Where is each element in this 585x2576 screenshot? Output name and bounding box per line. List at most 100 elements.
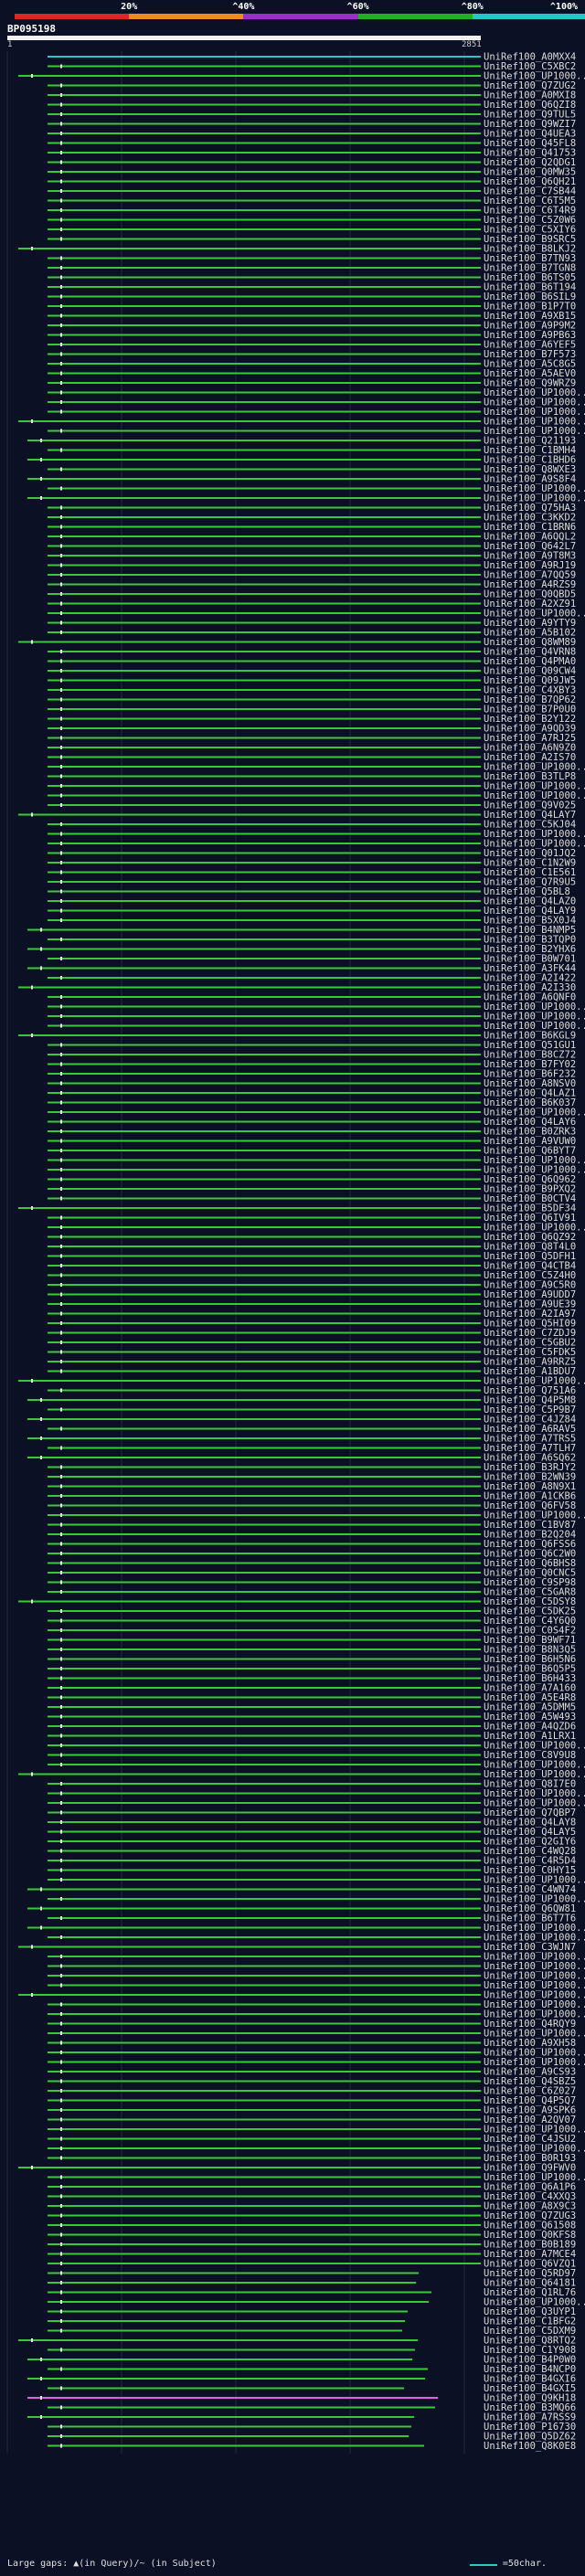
alignment-start-mark [60,83,62,88]
alignment-start-mark [31,640,33,644]
alignment-start-mark [40,1456,42,1459]
alignment-start-mark [40,2358,42,2361]
alignment-start-mark [60,1330,62,1335]
hit-label[interactable]: UniRef100_Q8K0E8 [484,2441,576,2452]
alignment-start-mark [60,1388,62,1393]
alignment-start-mark [60,390,62,395]
alignment-start-mark [40,2377,42,2380]
alignment-start-mark [60,1955,62,1958]
alignment-start-mark [60,938,62,941]
alignment-start-mark [60,2319,62,2323]
alignment-start-mark [60,1292,62,1297]
alignment-start-mark [60,1014,62,1018]
alignment-start-mark [60,2136,62,2141]
alignment-start-mark [60,1810,62,1815]
alignment-start-mark [60,1321,62,1325]
alignment-start-mark [60,275,62,280]
alignment-start-mark [60,1916,62,1920]
alignment-start-mark [60,1571,62,1574]
alignment-start-mark [60,1552,62,1555]
alignment-start-mark [60,160,62,164]
alignment-start-mark [60,880,62,884]
alignment-start-mark [60,803,62,807]
alignment-start-mark [60,707,62,711]
alignment-start-mark [60,1245,62,1248]
alignment-start-mark [60,688,62,692]
alignment-start-mark [31,1599,33,1604]
alignment-start-mark [40,496,42,500]
alignment-start-mark [60,333,62,337]
legend-scale-text: =50char. [502,2559,547,2569]
alignment-start-mark [60,1590,62,1594]
alignment-start-mark [31,2338,33,2342]
alignment-start-mark [60,678,62,683]
alignment-start-mark [60,1724,62,1728]
alignment-start-mark [31,1206,33,1210]
alignment-start-mark [60,1360,62,1363]
alignment-start-mark [60,2290,62,2295]
alignment-start-mark [60,726,62,730]
alignment-start-mark [60,1215,62,1220]
alignment-start-mark [60,1801,62,1805]
color-band-purple [243,14,358,19]
alignment-start-mark [60,313,62,318]
alignment-start-mark [60,141,62,145]
alignment-start-mark [60,1676,62,1680]
alignment-start-mark [60,1081,62,1086]
alignment-start-mark [60,102,62,107]
alignment-start-mark [60,2262,62,2265]
alignment-start-mark [60,2367,62,2371]
color-band-orange [129,14,244,19]
alignment-start-mark [31,985,33,990]
alignment-start-mark [60,592,62,596]
alignment-start-mark [60,1043,62,1047]
alignment-start-mark [60,822,62,826]
alignment-start-mark [60,1264,62,1267]
alignment-start-mark [60,1705,62,1709]
alignment-start-mark [60,2031,62,2035]
alignment-start-mark [60,620,62,625]
alignment-start-mark [60,1868,62,1872]
alignment-start-mark [60,1561,62,1565]
alignment-start-mark [60,1618,62,1623]
alignment-start-mark [60,2108,62,2112]
alignment-start-mark [60,237,62,241]
alignment-start-mark [60,151,62,154]
alignment-start-mark [60,1849,62,1853]
alignment-start-mark [60,1935,62,1939]
scale-label-20: 20% [121,2,138,12]
legend-scale-line [470,2564,497,2566]
alignment-start-mark [60,918,62,922]
alignment-start-mark [60,1657,62,1661]
alignment-start-mark [60,285,62,289]
alignment-start-mark [60,1638,62,1642]
alignment-start-mark [40,947,42,951]
alignment-start-mark [60,343,62,346]
alignment-start-mark [60,1580,62,1585]
query-id: BP095198 [7,23,56,35]
alignment-start-mark [60,611,62,615]
alignment-start-mark [60,535,62,538]
alignment-start-mark [60,170,62,174]
alignment-start-mark [60,1628,62,1632]
alignment-start-mark [60,2242,62,2246]
alignment-start-mark [60,2147,62,2150]
alignment-start-mark [60,2041,62,2045]
alignment-start-mark [60,554,62,557]
alignment-start-mark [60,1733,62,1738]
legend: Large gaps: ▲(in Query)/~ (in Subject) =… [7,2559,580,2573]
alignment-start-mark [31,1379,33,1383]
alignment-start-mark [60,1839,62,1843]
alignment-start-mark [60,1426,62,1431]
alignment-start-mark [60,362,62,366]
color-band-cyan [472,14,585,19]
alignment-start-mark [60,1100,62,1105]
alignment-start-mark [40,458,42,461]
alignment-start-mark [60,93,62,97]
alignment-start-mark [60,208,62,212]
alignment-start-mark [40,1436,42,1440]
alignment-start-mark [60,1091,62,1095]
alignment-start-mark [60,1513,62,1517]
alignment-start-mark [40,1887,42,1892]
alignment-start-mark [60,2213,62,2218]
